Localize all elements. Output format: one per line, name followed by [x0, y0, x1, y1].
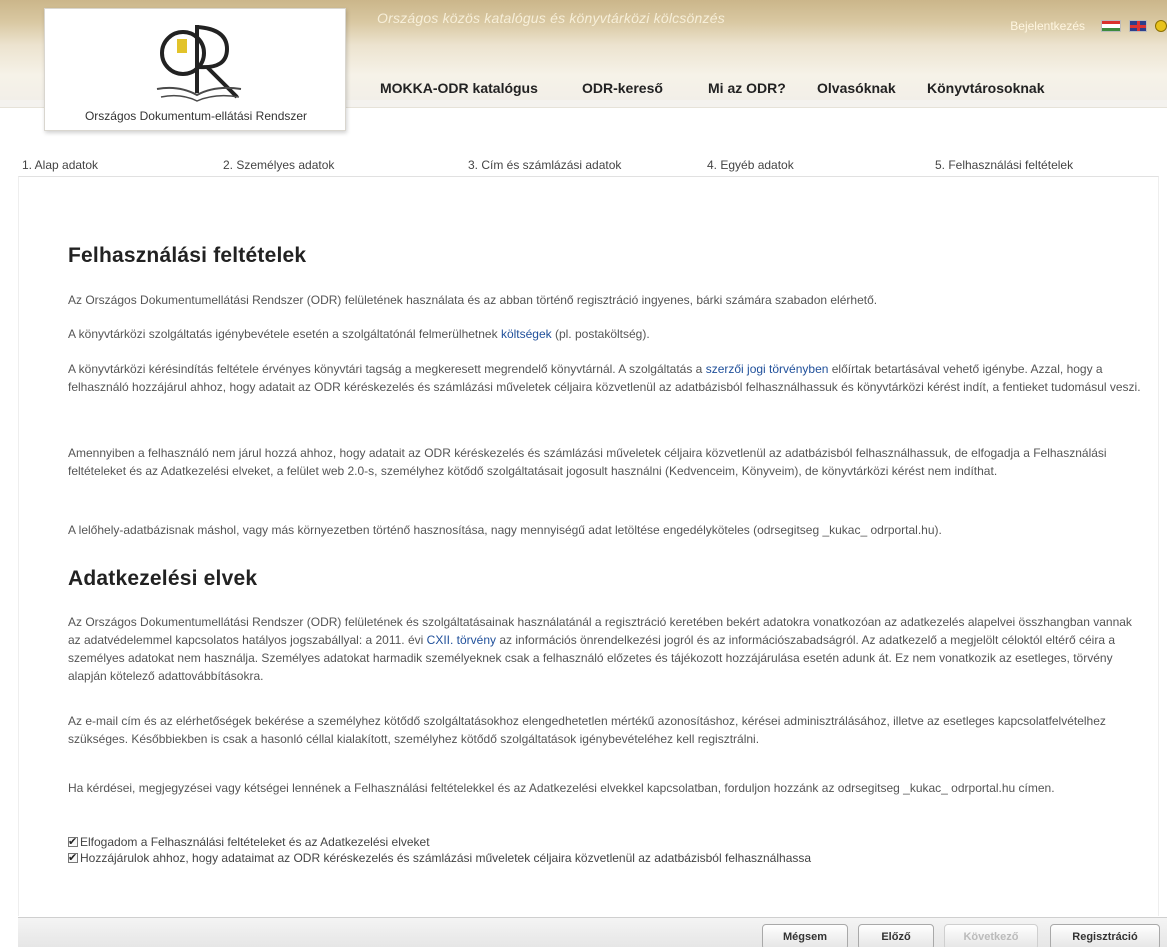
- accept-terms-checkbox[interactable]: [68, 834, 78, 850]
- odr-logo-icon: [156, 25, 242, 102]
- logo-caption: Országos Dokumentum-ellátási Rendszer: [84, 109, 308, 123]
- cxii-law-link[interactable]: CXII. törvény: [427, 633, 496, 647]
- nav-item-mi-az-odr[interactable]: Mi az ODR?: [708, 80, 817, 96]
- terms-paragraph-2-text: A könyvtárközi szolgáltatás igénybevétel…: [68, 327, 501, 341]
- consent-checkboxes: Elfogadom a Felhasználási feltételeket é…: [68, 834, 811, 866]
- privacy-paragraph-1: Az Országos Dokumentumellátási Rendszer …: [68, 613, 1144, 685]
- accessibility-icon[interactable]: [1155, 20, 1167, 32]
- previous-button[interactable]: Előző: [858, 924, 934, 947]
- main-nav: MOKKA-ODR katalógus ODR-kereső Mi az ODR…: [380, 80, 1044, 96]
- step-2[interactable]: 2. Személyes adatok: [223, 158, 334, 172]
- copyright-law-link[interactable]: szerzői jogi törvényben: [706, 362, 829, 376]
- accept-terms-label[interactable]: Elfogadom a Felhasználási feltételeket é…: [80, 834, 430, 850]
- privacy-title: Adatkezelési elvek: [68, 567, 258, 590]
- data-consent-label[interactable]: Hozzájárulok ahhoz, hogy adataimat az OD…: [80, 850, 811, 866]
- terms-paragraph-5: A lelőhely-adatbázisnak máshol, vagy más…: [68, 523, 942, 537]
- step-4[interactable]: 4. Egyéb adatok: [707, 158, 794, 172]
- nav-item-mokka[interactable]: MOKKA-ODR katalógus: [380, 80, 582, 96]
- data-consent-checkbox[interactable]: [68, 850, 78, 866]
- terms-paragraph-1: Az Országos Dokumentumellátási Rendszer …: [68, 293, 878, 307]
- consent-row-data: Hozzájárulok ahhoz, hogy adataimat az OD…: [68, 850, 811, 866]
- content-card: [18, 176, 1159, 916]
- nav-item-kereso[interactable]: ODR-kereső: [582, 80, 708, 96]
- terms-paragraph-3: A könyvtárközi kérésindítás feltétele ér…: [68, 360, 1144, 396]
- privacy-paragraph-2: Az e-mail cím és az elérhetőségek bekéré…: [68, 714, 1106, 746]
- terms-paragraph-4: Amennyiben a felhasználó nem járul hozzá…: [68, 446, 1107, 478]
- cancel-button[interactable]: Mégsem: [762, 924, 848, 947]
- top-right-links: Bejelentkezés: [1010, 16, 1167, 36]
- logo[interactable]: Országos Dokumentum-ellátási Rendszer: [44, 8, 346, 131]
- next-button[interactable]: Következő: [944, 924, 1038, 947]
- step-3[interactable]: 3. Cím és számlázási adatok: [468, 158, 621, 172]
- step-1[interactable]: 1. Alap adatok: [22, 158, 98, 172]
- terms-title: Felhasználási feltételek: [68, 244, 307, 267]
- terms-paragraph-2-tail: (pl. postaköltség).: [551, 327, 650, 341]
- consent-row-terms: Elfogadom a Felhasználási feltételeket é…: [68, 834, 811, 850]
- terms-paragraph-2: A könyvtárközi szolgáltatás igénybevétel…: [68, 325, 1144, 343]
- site-tagline: Országos közös katalógus és könyvtárközi…: [377, 10, 725, 26]
- nav-item-olvasoknak[interactable]: Olvasóknak: [817, 80, 927, 96]
- login-link[interactable]: Bejelentkezés: [1010, 19, 1085, 33]
- costs-link[interactable]: költségek: [501, 327, 552, 341]
- register-button[interactable]: Regisztráció: [1050, 924, 1160, 947]
- registration-steps: 1. Alap adatok 2. Személyes adatok 3. Cí…: [0, 158, 1167, 176]
- site-header: Országos közös katalógus és könyvtárközi…: [0, 0, 1167, 131]
- privacy-paragraph-3: Ha kérdései, megjegyzései vagy kétségei …: [68, 781, 1055, 795]
- flag-uk-icon[interactable]: [1129, 20, 1147, 32]
- nav-item-konyvtarosoknak[interactable]: Könyvtárosoknak: [927, 80, 1044, 96]
- wizard-button-bar: Mégsem Előző Következő Regisztráció: [18, 917, 1167, 947]
- terms-paragraph-3-text: A könyvtárközi kérésindítás feltétele ér…: [68, 362, 706, 376]
- step-5[interactable]: 5. Felhasználási feltételek: [935, 158, 1073, 172]
- flag-hu-icon[interactable]: [1101, 20, 1121, 32]
